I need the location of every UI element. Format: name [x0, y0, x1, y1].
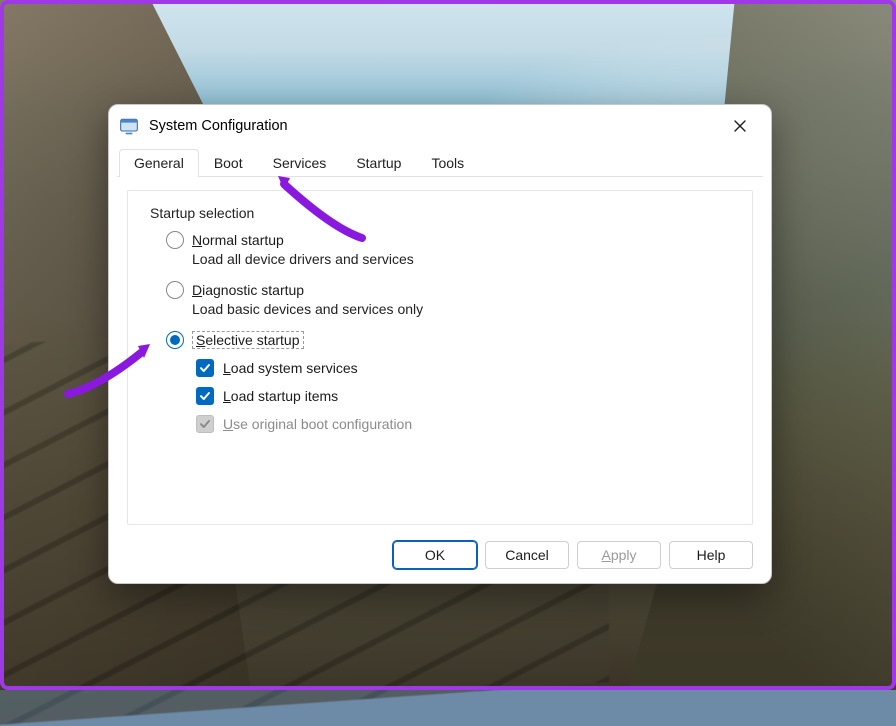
tab-tools[interactable]: Tools — [416, 149, 479, 177]
checkbox-load-system-services[interactable] — [196, 359, 214, 377]
cancel-button[interactable]: Cancel — [485, 541, 569, 569]
tab-services[interactable]: Services — [258, 149, 342, 177]
radio-selective-startup-label[interactable]: Selective startup — [192, 331, 304, 349]
general-panel: Startup selection Normal startup Load al… — [127, 190, 753, 525]
radio-diagnostic-startup[interactable] — [166, 281, 184, 299]
close-icon — [734, 120, 746, 132]
window-title: System Configuration — [149, 118, 288, 134]
msconfig-icon — [119, 116, 139, 136]
apply-button: Apply — [577, 541, 661, 569]
check-icon — [199, 390, 211, 402]
tabstrip: General Boot Services Startup Tools — [109, 147, 771, 177]
checkbox-load-startup-items[interactable] — [196, 387, 214, 405]
tab-startup[interactable]: Startup — [341, 149, 416, 177]
check-icon — [199, 362, 211, 374]
radio-diagnostic-startup-label[interactable]: Diagnostic startup — [192, 282, 304, 298]
diagnostic-startup-desc: Load basic devices and services only — [192, 301, 734, 317]
tab-boot[interactable]: Boot — [199, 149, 258, 177]
startup-selection-label: Startup selection — [150, 205, 734, 221]
check-icon — [199, 418, 211, 430]
radio-selective-startup[interactable] — [166, 331, 184, 349]
checkbox-load-system-services-label[interactable]: Load system services — [223, 360, 358, 376]
selective-sub-options: Load system services Load startup items … — [196, 359, 734, 433]
titlebar: System Configuration — [109, 105, 771, 147]
tab-general[interactable]: General — [119, 149, 199, 177]
normal-startup-desc: Load all device drivers and services — [192, 251, 734, 267]
help-button[interactable]: Help — [669, 541, 753, 569]
checkbox-use-original-boot-label: Use original boot configuration — [223, 416, 412, 432]
ok-button[interactable]: OK — [393, 541, 477, 569]
checkbox-load-startup-items-label[interactable]: Load startup items — [223, 388, 338, 404]
close-button[interactable] — [717, 110, 763, 142]
radio-normal-startup-label[interactable]: Normal startup — [192, 232, 284, 248]
system-configuration-dialog: System Configuration General Boot Servic… — [108, 104, 772, 584]
checkbox-use-original-boot — [196, 415, 214, 433]
radio-normal-startup[interactable] — [166, 231, 184, 249]
dialog-button-row: OK Cancel Apply Help — [393, 541, 753, 569]
